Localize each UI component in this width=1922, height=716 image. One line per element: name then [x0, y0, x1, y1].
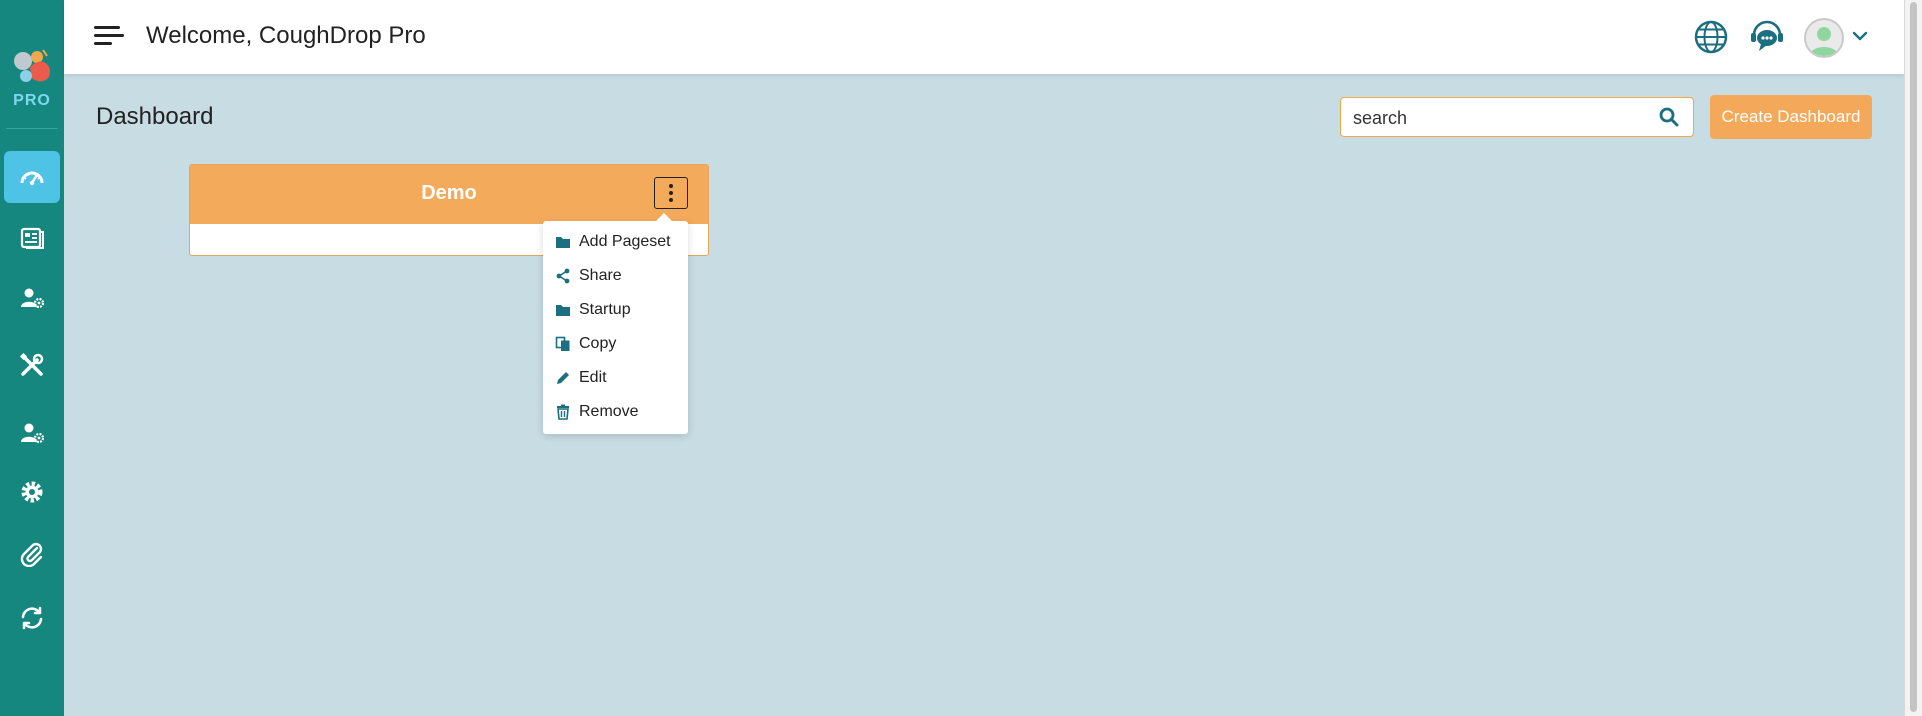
- menu-item-label: Share: [579, 267, 622, 284]
- pencil-icon: [557, 372, 569, 384]
- menu-item-copy[interactable]: Copy: [543, 327, 688, 361]
- sidebar: PRO: [0, 0, 64, 716]
- menu-item-remove[interactable]: Remove: [543, 395, 688, 429]
- menu-item-add-pageset[interactable]: Add Pageset: [543, 225, 688, 259]
- menu-toggle-icon[interactable]: [94, 24, 124, 50]
- trash-icon: [557, 404, 569, 420]
- pages-icon: [20, 227, 44, 249]
- kebab-dot: [669, 184, 673, 188]
- window-scrollbar[interactable]: [1904, 0, 1922, 716]
- card-header: Demo: [190, 165, 708, 224]
- card-title: Demo: [421, 182, 477, 204]
- logo-text: PRO: [13, 92, 51, 109]
- top-bar: Welcome, CoughDrop Pro: [64, 0, 1904, 74]
- menu-item-edit[interactable]: Edit: [543, 361, 688, 395]
- folder-icon: [556, 305, 570, 316]
- menu-item-startup[interactable]: Startup: [543, 293, 688, 327]
- user-avatar[interactable]: [1804, 18, 1844, 58]
- chevron-down-icon[interactable]: [1852, 28, 1868, 44]
- menu-item-label: Add Pageset: [579, 233, 671, 250]
- copy-icon: [555, 336, 570, 351]
- card-options-button[interactable]: [654, 177, 688, 209]
- sidebar-item-attachments[interactable]: [4, 528, 60, 580]
- globe-icon[interactable]: [1692, 18, 1730, 56]
- share-icon: [556, 268, 570, 284]
- menu-item-label: Remove: [579, 403, 639, 420]
- sidebar-item-sync[interactable]: [4, 592, 60, 644]
- search-input[interactable]: [1351, 107, 1645, 130]
- sidebar-item-settings[interactable]: [4, 466, 60, 518]
- menu-caret: [655, 213, 673, 222]
- kebab-dot: [669, 198, 673, 202]
- menu-item-label: Edit: [579, 369, 607, 386]
- gear-icon: [21, 481, 43, 503]
- coughdrop-logo-icon: [14, 49, 50, 82]
- speedometer-icon: [20, 171, 44, 186]
- menu-item-label: Copy: [579, 335, 617, 352]
- paperclip-icon: [20, 542, 43, 567]
- card-options-menu: Add Pageset Share Startup Copy Edit Remo…: [543, 213, 688, 434]
- sidebar-item-tools[interactable]: [4, 339, 60, 391]
- sidebar-item-pagesets[interactable]: [4, 212, 60, 264]
- create-dashboard-button[interactable]: Create Dashboard: [1710, 95, 1872, 139]
- search-icon[interactable]: [1659, 107, 1679, 127]
- sidebar-item-account[interactable]: [4, 407, 60, 459]
- menu-item-share[interactable]: Share: [543, 259, 688, 293]
- user-gear-icon: [21, 423, 45, 444]
- folder-icon: [556, 237, 570, 248]
- user-avatar-icon: [1810, 27, 1838, 56]
- sidebar-item-users[interactable]: [4, 272, 60, 324]
- app-logo[interactable]: PRO: [6, 44, 58, 112]
- user-gear-icon: [21, 288, 45, 309]
- kebab-dot: [669, 191, 673, 195]
- search-field[interactable]: [1340, 97, 1694, 137]
- menu-item-label: Startup: [579, 301, 631, 318]
- sync-icon: [21, 606, 43, 630]
- welcome-message: Welcome, CoughDrop Pro: [146, 22, 426, 49]
- tools-icon: [19, 352, 44, 376]
- page-title: Dashboard: [96, 103, 214, 130]
- sidebar-item-dashboard[interactable]: [4, 151, 60, 203]
- support-chat-icon[interactable]: [1748, 18, 1786, 56]
- scrollbar-thumb[interactable]: [1910, 2, 1917, 712]
- sidebar-divider: [6, 128, 58, 129]
